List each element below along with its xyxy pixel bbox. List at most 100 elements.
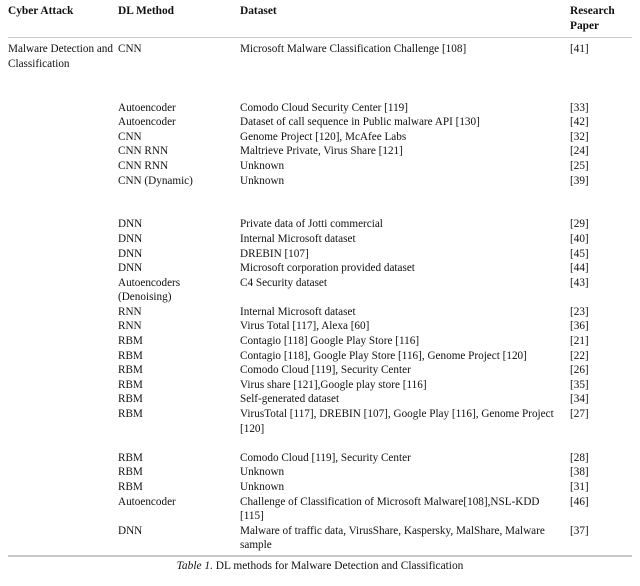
table-row: RBM Contagio [118], Google Play Store [11… <box>8 349 632 364</box>
cell-dataset: VirusTotal [117], DREBIN [107], Google P… <box>240 408 554 435</box>
cell-cyber-attack-empty <box>8 217 118 232</box>
cell-dl-method: Autoencoders (Denoising) <box>118 276 181 304</box>
cell-dl-method: RBM <box>118 451 143 464</box>
cell-cyber-attack-empty <box>8 407 118 436</box>
cell-cyber-attack-empty <box>8 451 118 466</box>
cell-research-paper: [29] <box>570 218 589 231</box>
cell-dl-method: RBM <box>118 466 143 479</box>
table-row: CNN RNN Unknown [25] <box>8 159 632 174</box>
cell-dataset: Microsoft corporation provided dataset <box>240 262 415 275</box>
table-row: RBM Self-generated dataset [34] <box>8 392 632 407</box>
cell-cyber-attack-empty <box>8 436 118 451</box>
cell-dl-method: Autoencoder <box>118 116 176 129</box>
table-row: Autoencoder Comodo Cloud Security Center … <box>8 101 632 116</box>
cell-dl-method: DNN <box>118 232 143 245</box>
cell-dl-method: CNN <box>118 130 142 143</box>
cell-cyber-attack-empty <box>8 319 118 334</box>
cell-research-paper: [25] <box>570 159 589 172</box>
table-row: RNN Virus Total [117], Alexa [60] [36] <box>8 319 632 334</box>
cell-dl-method-empty <box>118 203 240 218</box>
cell-dataset: Internal Microsoft dataset <box>240 232 356 245</box>
cell-dl-method: RBM <box>118 335 143 348</box>
cell-dl-method: DNN <box>118 218 143 231</box>
cell-cyber-attack-empty <box>8 378 118 393</box>
table-row: RBM Comodo Cloud [119], Security Center [2… <box>8 363 632 378</box>
cell-cyber-attack-empty <box>8 349 118 364</box>
cell-cyber-attack-empty <box>8 130 118 145</box>
table-row: DNN Microsoft corporation provided datase… <box>8 261 632 276</box>
dl-methods-table: Cyber Attack DL Method Dataset Research P… <box>8 0 632 553</box>
cell-research-paper-empty <box>570 86 632 101</box>
cell-research-paper: [28] <box>570 451 589 464</box>
cell-cyber-attack-empty <box>8 144 118 159</box>
cell-cyber-attack-empty <box>8 174 118 189</box>
cell-dl-method: Autoencoder <box>118 101 176 114</box>
column-header-research-paper-line1: Research <box>570 5 615 17</box>
caption-label: Table 1. <box>176 559 213 572</box>
cell-cyber-attack-empty <box>8 101 118 116</box>
cell-dl-method: RBM <box>118 364 143 377</box>
cell-cyber-attack-empty <box>8 71 118 86</box>
column-header-dl-method: DL Method <box>118 0 240 39</box>
cell-research-paper: [46] <box>570 495 589 508</box>
table-row: Malware Detection and Classification CNN M… <box>8 38 632 72</box>
column-header-research-paper: Research Paper <box>570 0 632 39</box>
cell-dataset: Comodo Cloud Security Center [119] <box>240 101 408 114</box>
cell-dl-method: RBM <box>118 378 143 391</box>
cell-dataset: C4 Security dataset <box>240 276 327 289</box>
cell-research-paper: [35] <box>570 378 589 391</box>
table-row: RBM Contagio [118] Google Play Store [116… <box>8 334 632 349</box>
cell-cyber-attack-empty <box>8 115 118 130</box>
cell-dl-method: RNN <box>118 320 142 333</box>
cell-dataset: Contagio [118] Google Play Store [116] <box>240 335 420 348</box>
cell-dataset: Self-generated dataset <box>240 393 340 406</box>
cell-dl-method: RBM <box>118 349 143 362</box>
cell-dl-method: DNN <box>118 524 143 537</box>
cell-research-paper: [42] <box>570 116 589 129</box>
cell-cyber-attack-empty <box>8 480 118 495</box>
cell-dataset: Comodo Cloud [119], Security Center <box>240 364 411 377</box>
cell-dataset-empty <box>240 203 570 218</box>
cell-research-paper: [36] <box>570 320 589 333</box>
cell-cyber-attack-empty <box>8 524 118 553</box>
cell-dataset-empty <box>240 188 570 203</box>
table-row: RBM VirusTotal [117], DREBIN [107], Googl… <box>8 407 632 436</box>
table-row: Autoencoder Challenge of Classification o… <box>8 495 632 524</box>
cell-cyber-attack-empty <box>8 188 118 203</box>
cell-dl-method: Autoencoder <box>118 495 176 508</box>
cell-research-paper: [21] <box>570 335 589 348</box>
cell-dl-method: CNN RNN <box>118 145 169 158</box>
cell-dl-method: RNN <box>118 305 142 318</box>
cell-dataset: Virus Total [117], Alexa [60] <box>240 320 370 333</box>
cell-cyber-attack-empty <box>8 334 118 349</box>
cell-dl-method: DNN <box>118 247 143 260</box>
cell-research-paper: [32] <box>570 130 589 143</box>
cell-dataset-empty <box>240 71 570 86</box>
cell-research-paper: [43] <box>570 276 589 289</box>
cell-research-paper: [23] <box>570 305 589 318</box>
cell-cyber-attack-empty <box>8 495 118 524</box>
cell-research-paper: [26] <box>570 364 589 377</box>
cell-dataset: Virus share [121],Google play store [116… <box>240 378 427 391</box>
cell-research-paper: [41] <box>570 43 589 56</box>
cell-dl-method: CNN <box>118 43 142 56</box>
cell-dl-method-empty <box>118 86 240 101</box>
table-row: DNN Private data of Jotti commercial [29] <box>8 217 632 232</box>
cell-research-paper: [44] <box>570 262 589 275</box>
cell-research-paper: [34] <box>570 393 589 406</box>
cell-cyber-attack-empty <box>8 305 118 320</box>
column-header-dataset: Dataset <box>240 0 570 39</box>
table-caption: Table 1. DL methods for Malware Detectio… <box>8 557 632 574</box>
table-row: DNN Malware of traffic data, VirusShare, … <box>8 524 632 553</box>
cell-dl-method: RBM <box>118 481 143 493</box>
cell-research-paper: [40] <box>570 232 589 245</box>
cell-dataset: Internal Microsoft dataset <box>240 305 356 318</box>
table-row: RNN Internal Microsoft dataset [23] <box>8 305 632 320</box>
cell-research-paper-empty <box>570 188 632 203</box>
cell-dataset: Unknown <box>240 174 285 187</box>
cell-research-paper-empty <box>570 203 632 218</box>
cell-research-paper: [39] <box>570 174 589 187</box>
table-row: DNN Internal Microsoft dataset [40] <box>8 232 632 247</box>
table-spacer-row <box>8 86 632 101</box>
table-row: CNN (Dynamic) Unknown [39] <box>8 174 632 189</box>
